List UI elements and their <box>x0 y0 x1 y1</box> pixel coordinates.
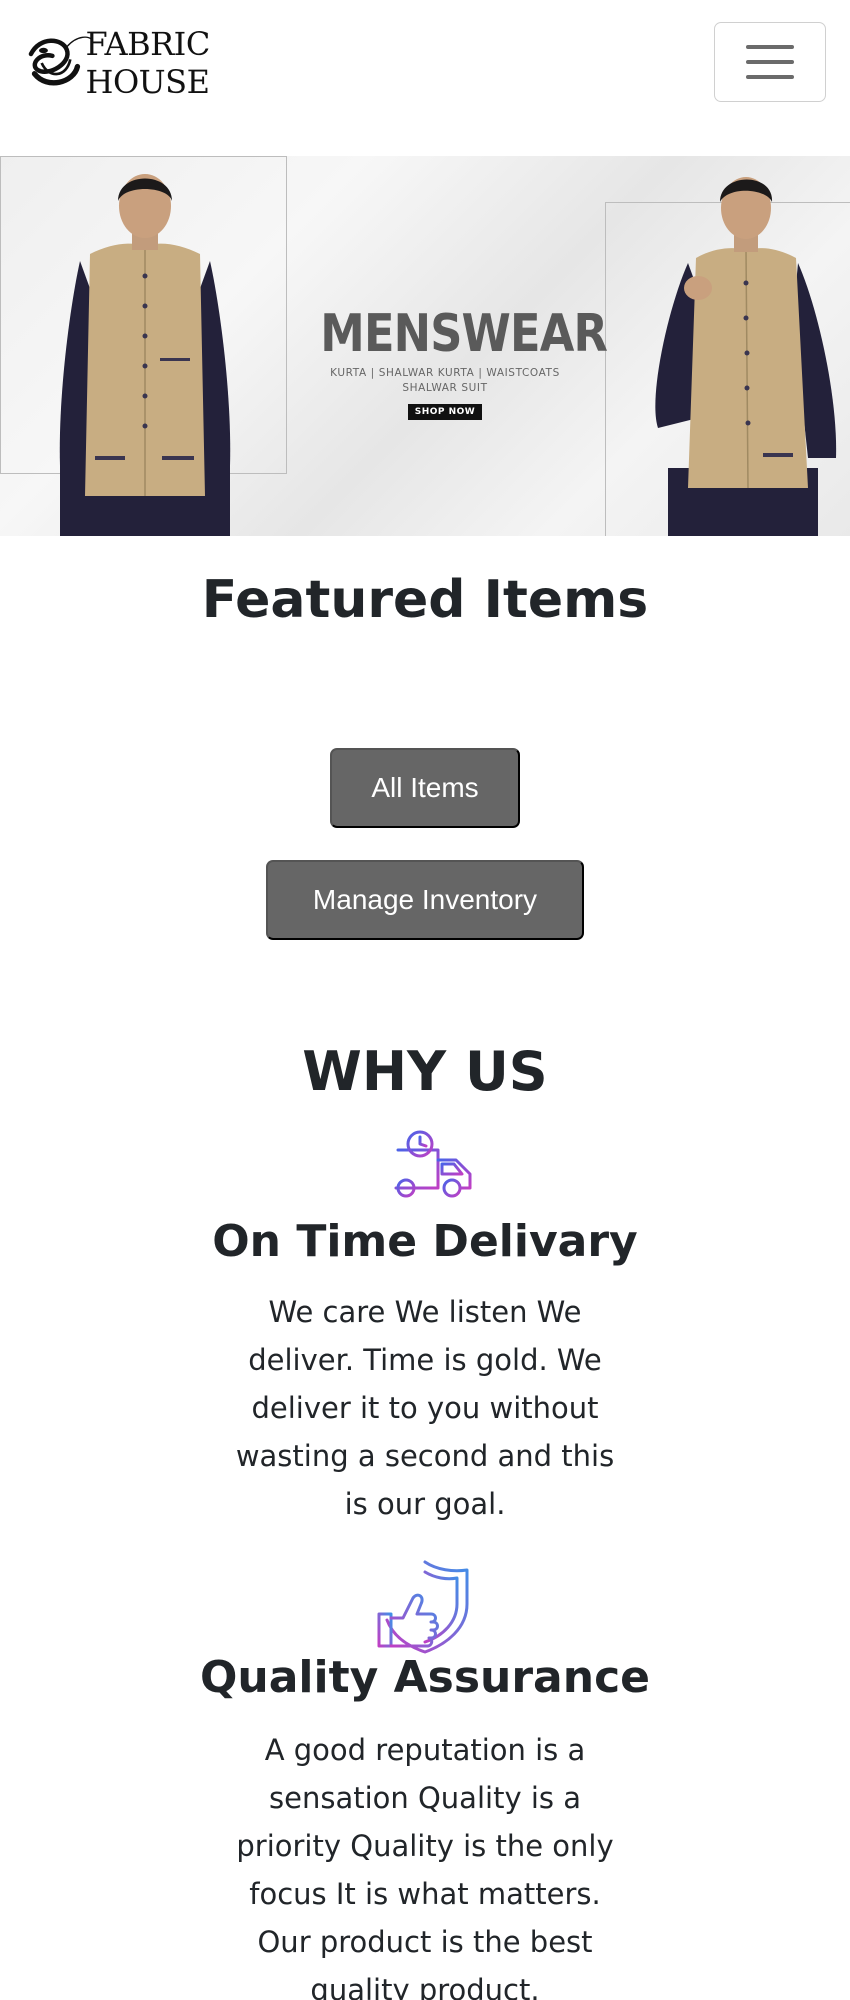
feature-text-delivery: We care We listen We deliver. Time is go… <box>235 1295 615 1521</box>
all-items-button[interactable]: All Items <box>330 748 520 828</box>
hamburger-menu-icon-bar <box>746 75 794 79</box>
model-image-left <box>59 174 231 536</box>
hero-subtitle: KURTA | SHALWAR KURTA | WAISTCOATS <box>330 367 560 379</box>
shop-now-button[interactable]: SHOP NOW <box>407 404 483 420</box>
feature-heading-quality: Quality Assurance <box>199 1652 650 1703</box>
brand-name: FABRIC HOUSE <box>85 25 211 101</box>
navbar-toggle-button[interactable] <box>714 22 826 102</box>
feature-text-quality: A good reputation is a sensation Quality… <box>236 1733 614 2000</box>
quality-shield-icon <box>377 1560 469 1654</box>
hero-subtitle-line2: SHALWAR SUIT <box>402 382 488 394</box>
hero-text: MENSWEAR KURTA | SHALWAR KURTA | WAISTCO… <box>300 304 608 420</box>
brand-logo-link[interactable]: FABRIC HOUSE <box>22 24 322 102</box>
featured-items-title: Featured Items <box>201 570 649 630</box>
hero-title: MENSWEAR <box>320 304 608 364</box>
delivery-truck-icon <box>376 1130 472 1198</box>
navbar: FABRIC HOUSE <box>0 0 850 156</box>
thread-spool-logo-icon <box>28 36 93 86</box>
hamburger-menu-icon-bar <box>746 45 794 49</box>
manage-inventory-button[interactable]: Manage Inventory <box>266 860 584 940</box>
feature-heading-delivery: On Time Delivary <box>212 1216 638 1267</box>
model-image-right <box>655 177 837 536</box>
hamburger-menu-icon-bar <box>746 60 794 64</box>
why-us-title: WHY US <box>302 1040 548 1103</box>
hero-banner[interactable]: MENSWEAR KURTA | SHALWAR KURTA | WAISTCO… <box>0 156 850 536</box>
